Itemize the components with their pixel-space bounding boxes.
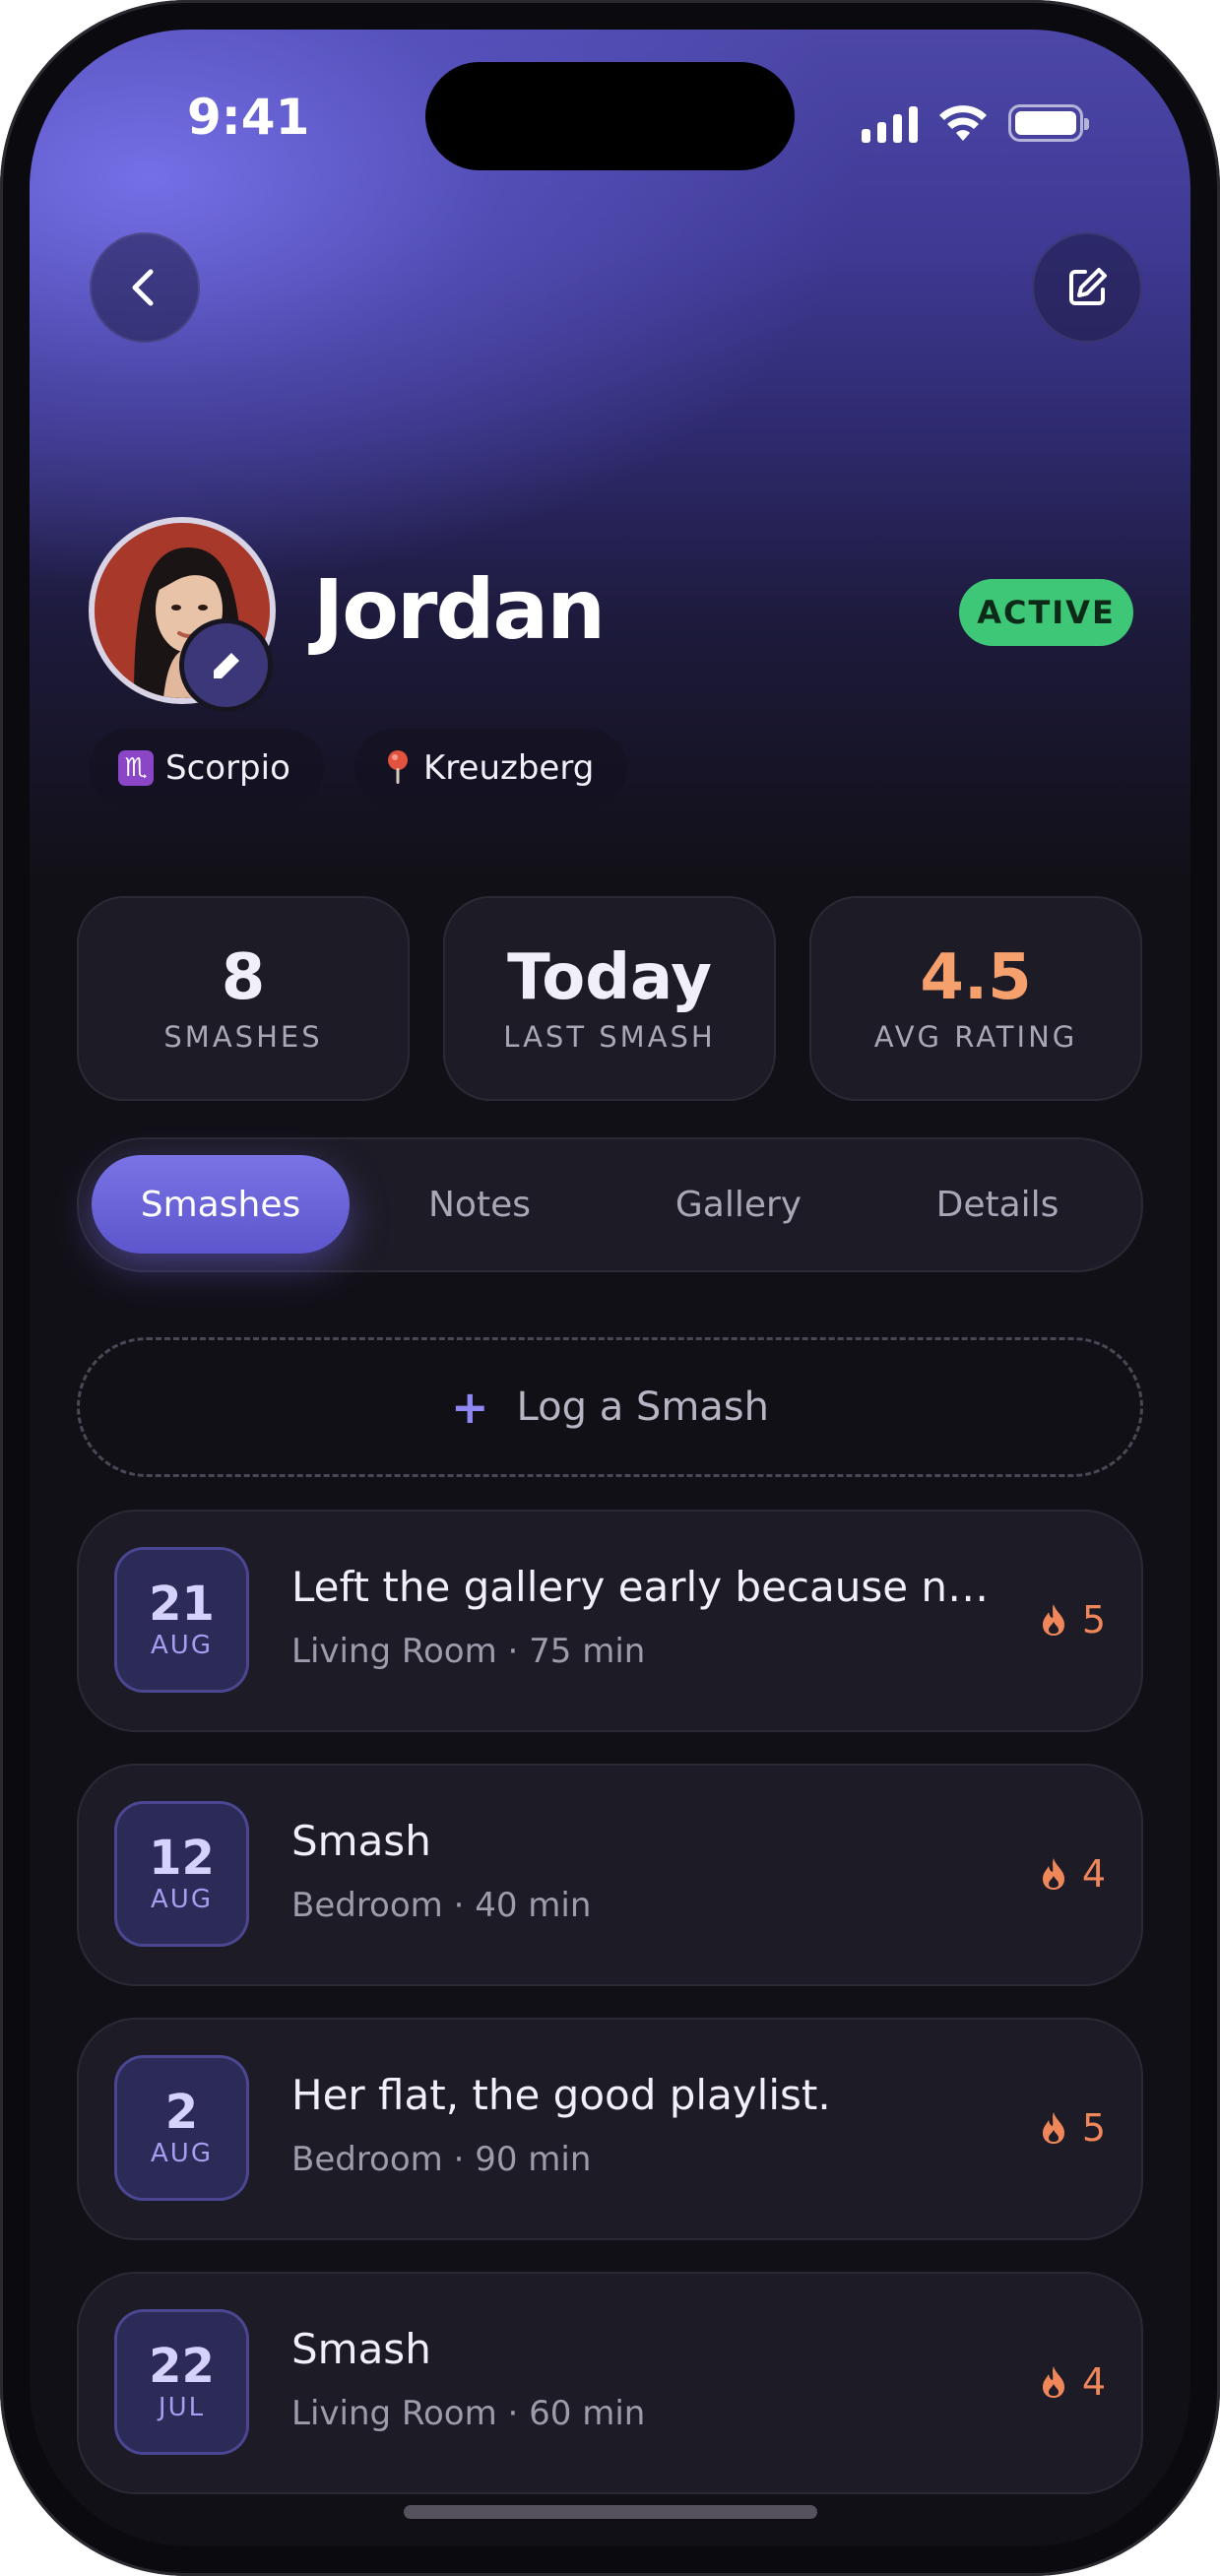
log-smash-button[interactable]: + Log a Smash	[77, 1337, 1143, 1477]
smash-meta: Living Room · 75 min	[291, 1632, 646, 1671]
flame-icon	[1042, 1604, 1064, 1636]
rating: 4	[1039, 1852, 1106, 1896]
list-item[interactable]: 22 JUL Smash Living Room · 60 min 4	[77, 2272, 1143, 2494]
stat-label: LAST SMASH	[503, 1020, 716, 1055]
stat-card-smashes: 8 SMASHES	[77, 896, 410, 1101]
rating-value: 4	[1081, 1852, 1106, 1896]
date-badge: 22 JUL	[114, 2309, 249, 2455]
rating-value: 5	[1081, 1598, 1106, 1642]
avatar-edit-button[interactable]	[179, 618, 273, 712]
wifi-icon	[939, 105, 987, 141]
dynamic-island	[425, 62, 795, 170]
zodiac-chip[interactable]: ♏ Scorpio	[89, 729, 324, 807]
status-icons	[862, 98, 1089, 148]
date-month: AUG	[151, 2139, 213, 2169]
app-screen: 9:41 Jordan ACTIVE ♏ Scorpio Kreuzberg 8…	[30, 30, 1190, 2546]
profile-name: Jordan	[313, 561, 606, 658]
cellular-signal-icon	[862, 103, 918, 143]
date-badge: 12 AUG	[114, 1801, 249, 1947]
tab-details[interactable]: Details	[868, 1155, 1126, 1254]
status-time: 9:41	[187, 89, 310, 146]
scorpio-icon: ♏	[118, 750, 154, 786]
stat-card-last-smash: Today LAST SMASH	[443, 896, 776, 1101]
list-item[interactable]: 2 AUG Her flat, the good playlist. Bedro…	[77, 2018, 1143, 2240]
flame-icon	[1042, 1858, 1064, 1890]
tab-notes[interactable]: Notes	[351, 1155, 609, 1254]
stat-card-avg-rating: 4.5 AVG RATING	[809, 896, 1142, 1101]
battery-icon	[1008, 104, 1089, 142]
rating-value: 4	[1081, 2360, 1106, 2404]
location-chip[interactable]: Kreuzberg	[354, 729, 628, 807]
edit-icon	[1069, 268, 1107, 305]
date-month: AUG	[151, 1885, 213, 1915]
stat-label: AVG RATING	[873, 1020, 1078, 1055]
tab-gallery[interactable]: Gallery	[610, 1155, 867, 1254]
rating: 5	[1039, 2106, 1106, 2150]
pencil-icon	[213, 652, 239, 678]
date-month: AUG	[151, 1631, 213, 1661]
flame-icon	[1042, 2366, 1064, 2398]
pin-icon	[388, 750, 408, 784]
list-item[interactable]: 12 AUG Smash Bedroom · 40 min 4	[77, 1764, 1143, 1986]
date-day: 22	[149, 2338, 215, 2394]
home-indicator[interactable]	[404, 2505, 817, 2519]
smash-title: Left the gallery early because nei...	[291, 1563, 1000, 1611]
stat-value: Today	[507, 940, 712, 1014]
stat-value: 4.5	[920, 940, 1032, 1014]
edit-profile-button[interactable]	[1032, 232, 1142, 343]
date-badge: 2 AUG	[114, 2055, 249, 2201]
stat-value: 8	[221, 940, 266, 1014]
smash-title: Smash	[291, 2325, 431, 2373]
chevron-left-icon	[132, 269, 154, 306]
smash-title: Smash	[291, 1817, 431, 1865]
list-item[interactable]: 21 AUG Left the gallery early because ne…	[77, 1510, 1143, 1732]
tab-smashes[interactable]: Smashes	[92, 1155, 350, 1254]
location-label: Kreuzberg	[423, 748, 595, 788]
date-day: 2	[164, 2084, 199, 2140]
date-month: JUL	[158, 2393, 206, 2423]
flame-icon	[1042, 2112, 1064, 2144]
smash-meta: Bedroom · 90 min	[291, 2140, 592, 2179]
plus-icon: +	[451, 1381, 489, 1434]
log-smash-label: Log a Smash	[516, 1385, 769, 1430]
date-day: 21	[149, 1576, 215, 1632]
status-badge: ACTIVE	[959, 579, 1133, 646]
rating-value: 5	[1081, 2106, 1106, 2150]
smash-title: Her flat, the good playlist.	[291, 2071, 831, 2119]
date-badge: 21 AUG	[114, 1547, 249, 1693]
rating: 4	[1039, 2360, 1106, 2404]
phone-frame: 9:41 Jordan ACTIVE ♏ Scorpio Kreuzberg 8…	[0, 0, 1220, 2576]
zodiac-label: Scorpio	[165, 748, 290, 788]
smash-meta: Living Room · 60 min	[291, 2394, 646, 2433]
rating: 5	[1039, 1598, 1106, 1642]
date-day: 12	[149, 1830, 215, 1886]
smash-meta: Bedroom · 40 min	[291, 1886, 592, 1925]
back-button[interactable]	[90, 232, 200, 343]
stat-label: SMASHES	[163, 1020, 323, 1055]
